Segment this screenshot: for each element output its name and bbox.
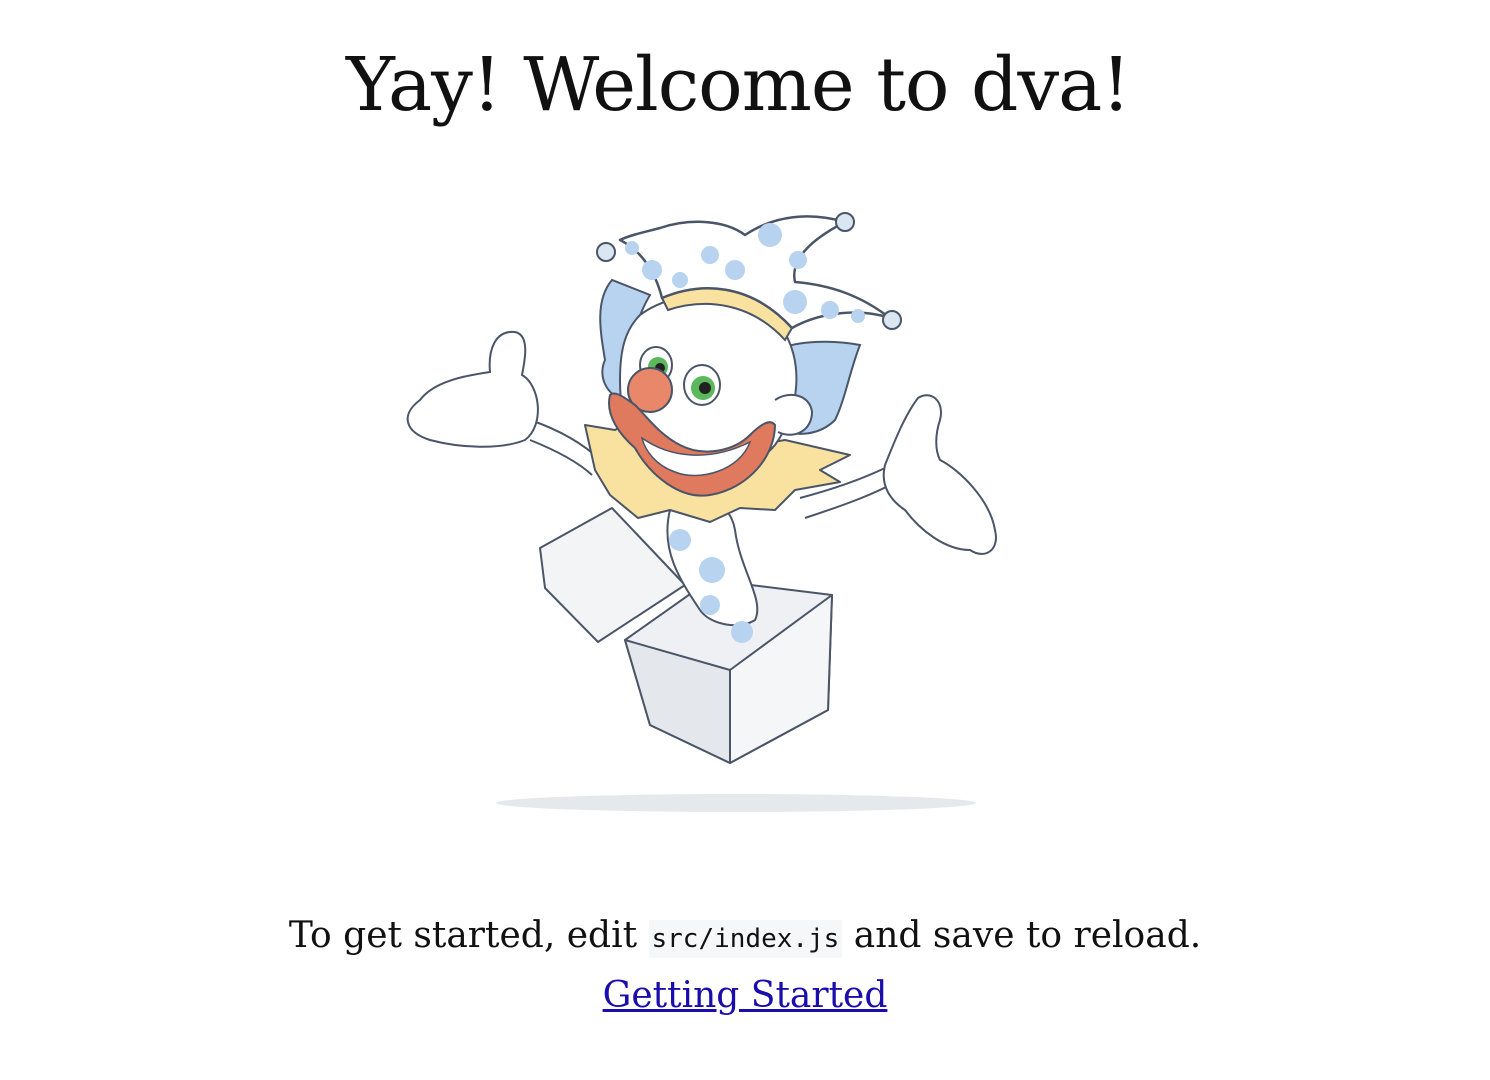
hat-dot	[672, 272, 688, 288]
hat-dot	[789, 251, 807, 269]
hat-bell	[835, 212, 855, 232]
right-arm	[804, 484, 891, 519]
spring-dot	[700, 595, 720, 615]
hat-dot	[783, 290, 807, 314]
right-glove	[882, 394, 997, 555]
hat-dot	[642, 260, 662, 280]
hat-bell	[596, 242, 616, 262]
page-title: Yay! Welcome to dva!	[345, 42, 1131, 128]
hat-dot	[821, 301, 839, 319]
hat-dot	[701, 246, 719, 264]
caption-after: and save to reload.	[842, 915, 1202, 956]
jester-illustration	[406, 212, 997, 812]
instructions-text: To get started, edit src/index.js and sa…	[0, 915, 1490, 958]
right-pupil	[699, 382, 711, 394]
caption-before: To get started, edit	[288, 915, 649, 956]
hat-dot	[625, 241, 639, 255]
left-glove	[406, 330, 539, 448]
hat-dot	[851, 309, 865, 323]
shadow-ellipse	[496, 794, 976, 812]
spring-dot	[669, 529, 691, 551]
code-path: src/index.js	[648, 920, 843, 958]
spring-dot	[731, 621, 753, 643]
hat-bell	[882, 310, 902, 330]
hat-dot	[725, 260, 745, 280]
spring-dot	[699, 557, 725, 583]
hat-dot	[758, 223, 782, 247]
ear	[774, 393, 814, 436]
getting-started-link[interactable]: Getting Started	[603, 975, 888, 1016]
link-row: Getting Started	[0, 975, 1490, 1016]
